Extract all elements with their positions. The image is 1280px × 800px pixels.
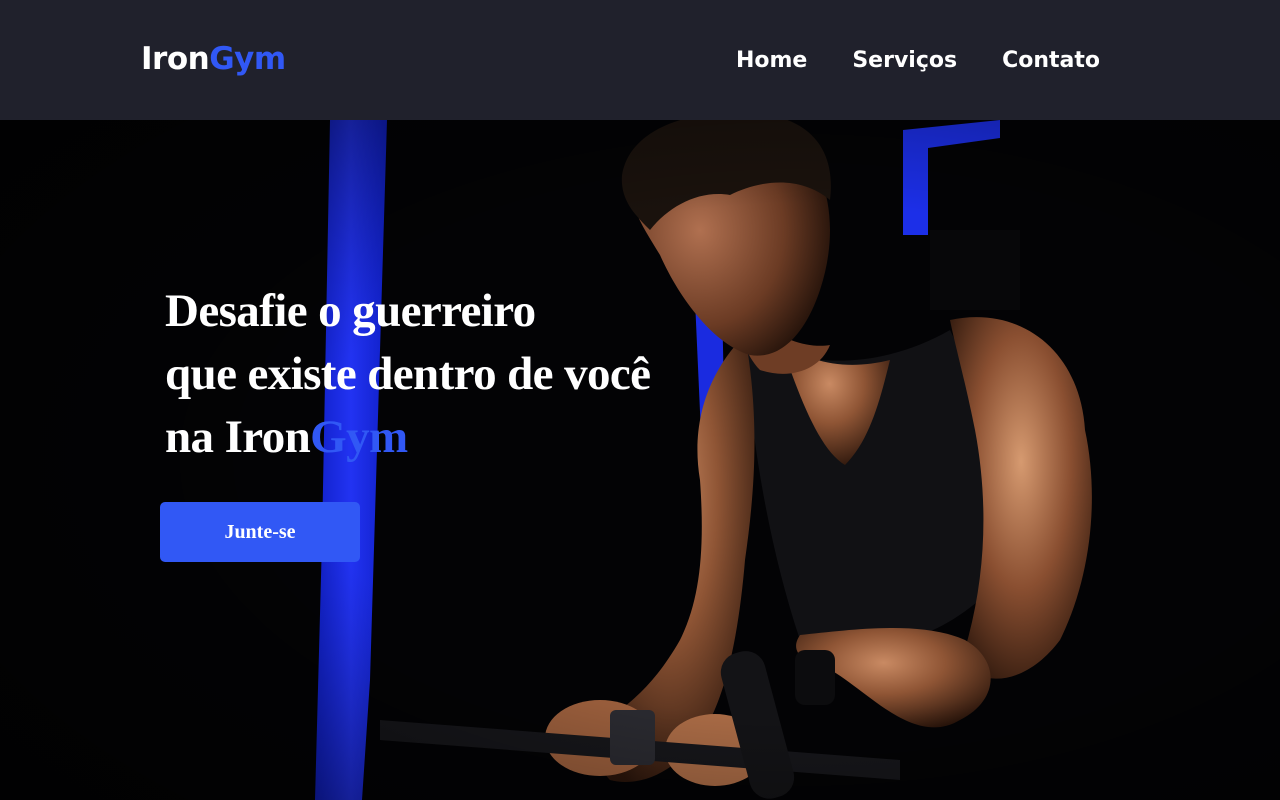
join-button[interactable]: Junte-se bbox=[160, 502, 360, 562]
logo-text-gym: Gym bbox=[209, 41, 286, 77]
logo-text-iron: Iron bbox=[141, 41, 210, 77]
hero-title-line3-accent: Gym bbox=[310, 411, 408, 463]
hero-title-line2: que existe dentro de você bbox=[165, 348, 651, 400]
nav-link-contato[interactable]: Contato bbox=[1002, 48, 1100, 73]
logo[interactable]: IronGym bbox=[141, 41, 286, 77]
hero-section: Desafie o guerreiro que existe dentro de … bbox=[0, 120, 1280, 800]
hero-title-line3-prefix: na Iron bbox=[165, 411, 311, 463]
hero-title: Desafie o guerreiro que existe dentro de … bbox=[165, 280, 651, 469]
site-header: IronGym Home Serviços Contato bbox=[0, 0, 1280, 120]
hero-title-line1: Desafie o guerreiro bbox=[165, 285, 536, 337]
nav-link-home[interactable]: Home bbox=[736, 48, 807, 73]
nav-link-servicos[interactable]: Serviços bbox=[852, 48, 957, 73]
main-nav: Home Serviços Contato bbox=[736, 48, 1100, 73]
